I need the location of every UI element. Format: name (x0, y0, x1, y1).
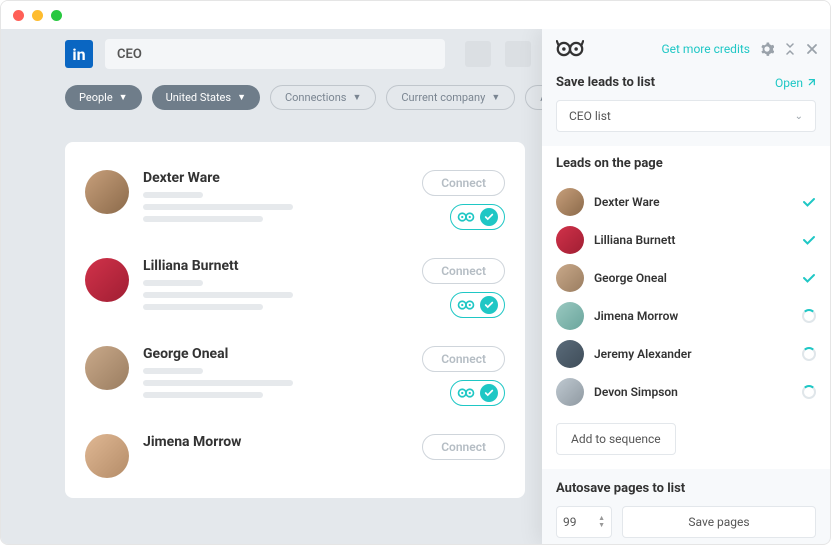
save-pages-button[interactable]: Save pages (622, 506, 816, 538)
check-icon (802, 195, 816, 209)
lead-name: George Oneal (594, 271, 792, 285)
avatar (556, 188, 584, 216)
result-name[interactable]: Jimena Morrow (143, 434, 408, 450)
stepper-icon[interactable]: ▲▼ (598, 515, 605, 529)
connect-button[interactable]: Connect (422, 434, 505, 460)
lead-row: Dexter Ware (556, 183, 816, 221)
filter-location[interactable]: United States▼ (152, 85, 260, 110)
minimize-window-icon[interactable] (32, 10, 43, 21)
owl-icon (457, 211, 475, 223)
result-row: Jimena Morrow Connect (85, 426, 505, 498)
avatar (556, 226, 584, 254)
filter-connections[interactable]: Connections▼ (270, 85, 376, 110)
result-name[interactable]: Dexter Ware (143, 170, 408, 186)
filter-people[interactable]: People▼ (65, 85, 142, 110)
maximize-window-icon[interactable] (51, 10, 62, 21)
check-icon (480, 384, 498, 402)
owl-saved-badge[interactable] (450, 204, 505, 230)
connect-button[interactable]: Connect (422, 346, 505, 372)
connect-button[interactable]: Connect (422, 258, 505, 284)
list-dropdown[interactable]: CEO list ⌄ (556, 100, 816, 132)
lead-row: Lilliana Burnett (556, 221, 816, 259)
search-input[interactable]: CEO (105, 39, 445, 69)
save-leads-title: Save leads to list (556, 75, 655, 90)
gear-icon[interactable] (760, 42, 774, 56)
check-icon (802, 271, 816, 285)
avatar (556, 264, 584, 292)
window-titlebar (1, 1, 830, 29)
lead-row: George Oneal (556, 259, 816, 297)
chevron-down-icon: ▼ (491, 92, 500, 103)
owl-saved-badge[interactable] (450, 380, 505, 406)
lead-row: Jimena Morrow (556, 297, 816, 335)
avatar[interactable] (85, 434, 129, 478)
avatar (556, 302, 584, 330)
owl-icon (457, 387, 475, 399)
check-icon (802, 233, 816, 247)
owl-saved-badge[interactable] (450, 292, 505, 318)
avatar[interactable] (85, 170, 129, 214)
lead-row: Jeremy Alexander (556, 335, 816, 373)
lead-name: Dexter Ware (594, 195, 792, 209)
spinner-icon (802, 309, 816, 323)
chevron-down-icon: ⌄ (795, 111, 803, 122)
check-icon (480, 208, 498, 226)
lead-name: Devon Simpson (594, 385, 792, 399)
linkedin-logo-icon[interactable]: in (65, 40, 93, 68)
chevron-down-icon: ▼ (237, 92, 246, 103)
leads-on-page: Leads on the page Dexter Ware Lilliana B… (542, 146, 830, 469)
collapse-icon[interactable] (784, 43, 796, 55)
autosave-title: Autosave pages to list (556, 481, 816, 496)
autosave-count-input[interactable]: 99 ▲▼ (556, 506, 612, 538)
leads-title: Leads on the page (556, 156, 816, 171)
lead-name: Jimena Morrow (594, 309, 792, 323)
close-icon[interactable] (806, 43, 818, 55)
add-to-sequence-button[interactable]: Add to sequence (556, 423, 676, 455)
result-row: George Oneal Connect (85, 338, 505, 426)
result-name[interactable]: George Oneal (143, 346, 408, 362)
panel-header: Get more credits (542, 29, 830, 67)
external-link-icon (806, 78, 816, 88)
avatar[interactable] (85, 258, 129, 302)
selected-list-name: CEO list (569, 109, 611, 123)
connect-button[interactable]: Connect (422, 170, 505, 196)
get-credits-link[interactable]: Get more credits (661, 42, 750, 56)
spinner-icon (802, 347, 816, 361)
nav-item[interactable] (505, 41, 531, 67)
autosave-section: Autosave pages to list 99 ▲▼ Save pages (542, 469, 830, 538)
avatar (556, 340, 584, 368)
open-link[interactable]: Open (775, 76, 816, 90)
chevron-down-icon: ▼ (119, 92, 128, 103)
result-row: Lilliana Burnett Connect (85, 250, 505, 338)
extension-panel: Get more credits Save leads to list Open… (542, 29, 830, 544)
lead-name: Lilliana Burnett (594, 233, 792, 247)
owl-logo-icon (556, 39, 584, 59)
avatar (556, 378, 584, 406)
lead-row: Devon Simpson (556, 373, 816, 411)
filter-company[interactable]: Current company▼ (386, 85, 515, 110)
result-row: Dexter Ware Connect (85, 162, 505, 250)
owl-icon (457, 299, 475, 311)
check-icon (480, 296, 498, 314)
search-results: Dexter Ware Connect Lilliana Burnett (65, 142, 525, 498)
avatar[interactable] (85, 346, 129, 390)
close-window-icon[interactable] (13, 10, 24, 21)
spinner-icon (802, 385, 816, 399)
chevron-down-icon: ▼ (352, 92, 361, 103)
lead-name: Jeremy Alexander (594, 347, 792, 361)
result-name[interactable]: Lilliana Burnett (143, 258, 408, 274)
nav-item[interactable] (465, 41, 491, 67)
